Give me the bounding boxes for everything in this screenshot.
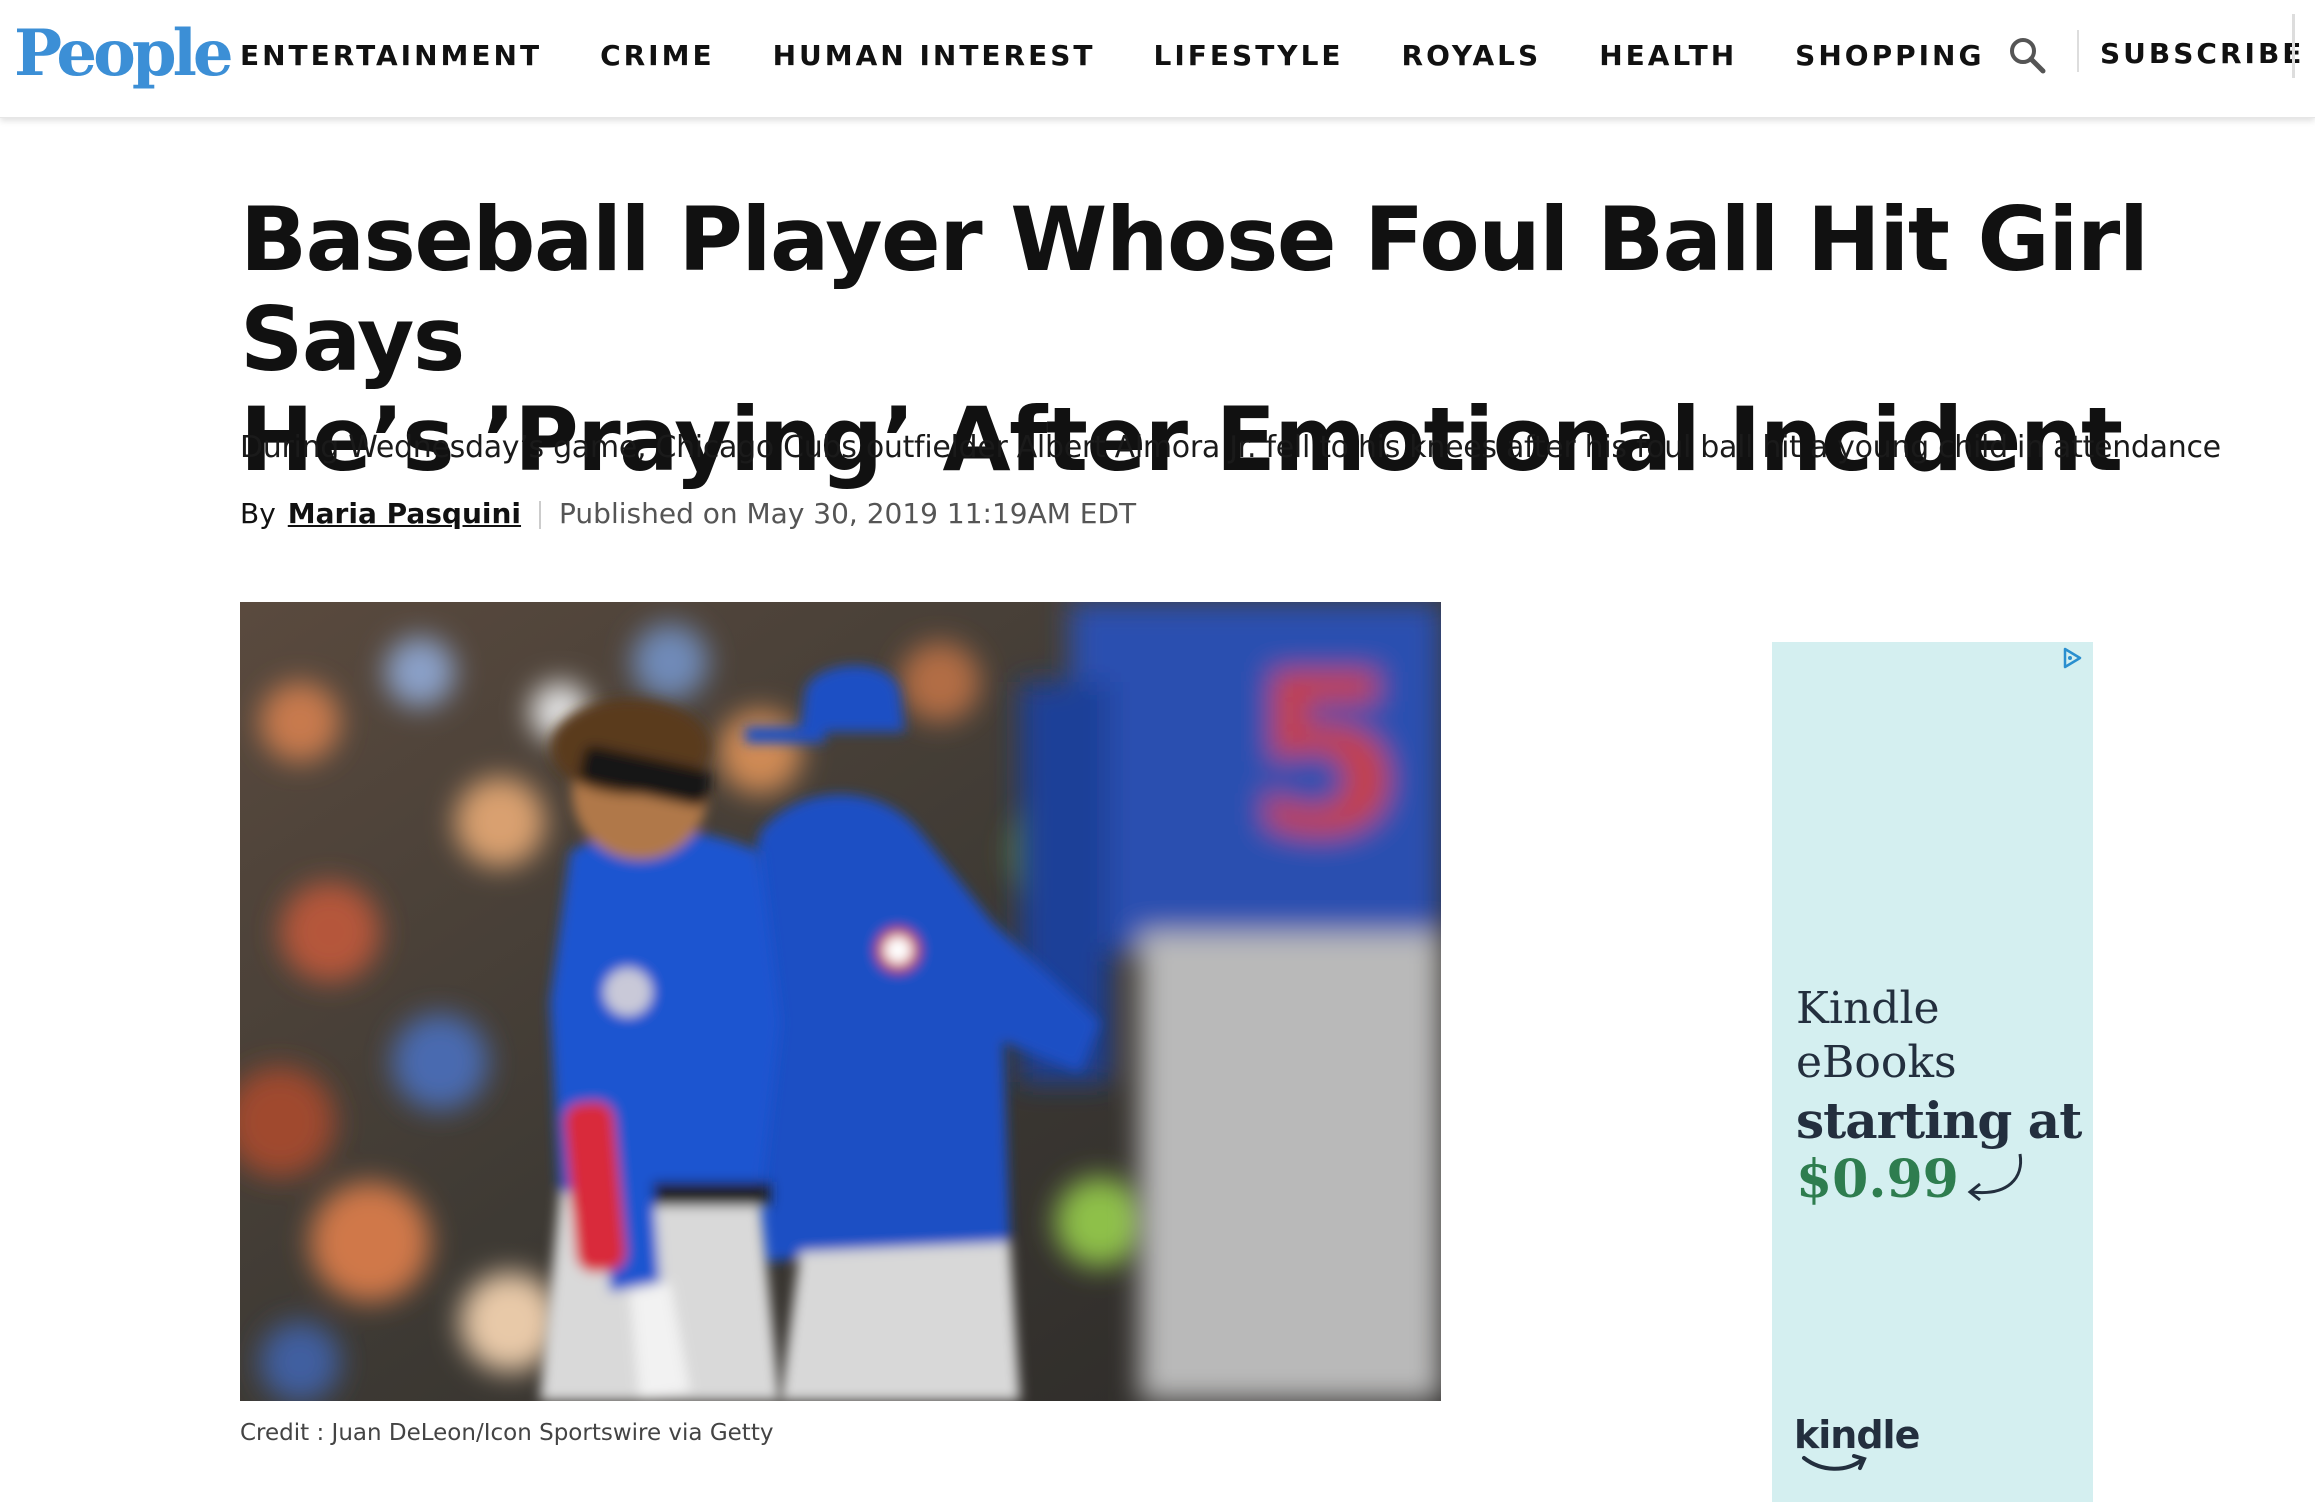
byline: By Maria Pasquini Published on May 30, 201… bbox=[240, 490, 1136, 538]
curved-arrow-icon bbox=[1958, 1148, 2028, 1212]
nav-item-human-interest[interactable]: HUMAN INTEREST bbox=[773, 34, 1096, 78]
photo-credit: Credit : Juan DeLeon/Icon Sportswire via… bbox=[240, 1420, 774, 1446]
amazon-smile-icon bbox=[1800, 1452, 1870, 1478]
article-photo[interactable]: 5 bbox=[240, 602, 1441, 1401]
publish-date: Published on May 30, 2019 11:19AM EDT bbox=[559, 497, 1137, 530]
header-divider bbox=[2077, 30, 2079, 72]
ad-line-kindle: Kindle bbox=[1796, 983, 1940, 1034]
search-icon[interactable] bbox=[2006, 34, 2048, 76]
ad-line-ebooks: eBooks bbox=[1796, 1037, 1957, 1088]
main-nav: ENTERTAINMENT CRIME HUMAN INTEREST LIFES… bbox=[240, 34, 2042, 78]
nav-item-crime[interactable]: CRIME bbox=[600, 34, 715, 78]
ad-price: $0.99 bbox=[1796, 1149, 1959, 1210]
nav-item-lifestyle[interactable]: LIFESTYLE bbox=[1154, 34, 1344, 78]
headline-line-1: Baseball Player Whose Foul Ball Hit Girl… bbox=[240, 188, 2149, 391]
author-link[interactable]: Maria Pasquini bbox=[288, 497, 521, 530]
article-dek: During Wednesday’s game, Chicago Cubs ou… bbox=[240, 430, 2221, 465]
svg-text:5: 5 bbox=[1250, 628, 1403, 884]
nav-item-entertainment[interactable]: ENTERTAINMENT bbox=[240, 34, 542, 78]
kindle-ad[interactable]: Kindle eBooks starting at $0.99 kindle bbox=[1772, 642, 2093, 1502]
ad-line-starting-at: starting at bbox=[1796, 1091, 2082, 1150]
byline-by: By bbox=[240, 497, 276, 530]
nav-item-shopping[interactable]: SHOPPING bbox=[1795, 34, 1984, 78]
nav-item-health[interactable]: HEALTH bbox=[1599, 34, 1737, 78]
adchoices-icon[interactable] bbox=[2060, 646, 2084, 670]
byline-divider bbox=[539, 501, 542, 529]
site-header: People ENTERTAINMENT CRIME HUMAN INTERES… bbox=[0, 0, 2315, 118]
subscribe-button[interactable]: SUBSCRIBE bbox=[2100, 32, 2304, 76]
nav-item-royals[interactable]: ROYALS bbox=[1402, 34, 1542, 78]
people-logo[interactable]: People bbox=[14, 14, 234, 94]
header-edge-divider bbox=[2292, 14, 2295, 78]
